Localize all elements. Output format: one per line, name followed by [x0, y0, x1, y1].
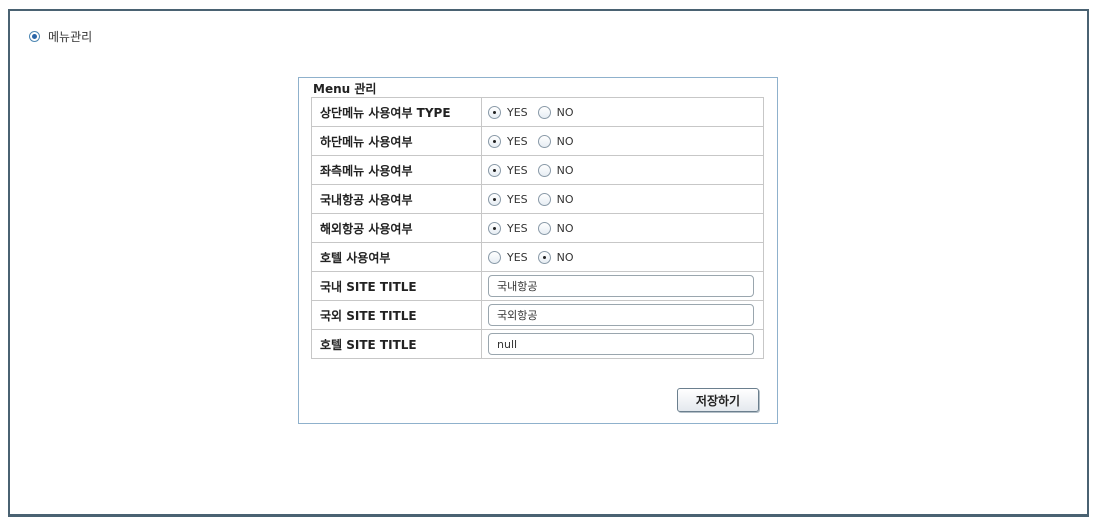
left-menu-yes-radio[interactable]: [488, 163, 501, 177]
domestic-air-radio-group: YES NO: [488, 192, 763, 206]
table-row: 해외항공 사용여부 YES NO: [311, 213, 764, 243]
hotel-site-title-input[interactable]: [488, 333, 754, 356]
overseas-air-no-radio[interactable]: [537, 221, 551, 235]
row-label: 호텔 SITE TITLE: [311, 329, 482, 359]
top-menu-yes-radio[interactable]: [488, 105, 501, 119]
table-row: 호텔 사용여부 YES NO: [311, 242, 764, 272]
no-label: NO: [556, 134, 574, 148]
bullet-icon: [29, 30, 40, 42]
menu-settings-panel: Menu 관리 상단메뉴 사용여부 TYPE YES NO 하단메뉴 사용여부: [298, 77, 778, 424]
row-label: 호텔 사용여부: [311, 242, 482, 272]
row-label: 국내항공 사용여부: [311, 184, 482, 214]
table-row: 좌측메뉴 사용여부 YES NO: [311, 155, 764, 185]
hotel-radio-group: YES NO: [488, 250, 763, 264]
row-label: 해외항공 사용여부: [311, 213, 482, 243]
table-row: 국내항공 사용여부 YES NO: [311, 184, 764, 214]
yes-label: YES: [507, 192, 528, 206]
row-label: 국내 SITE TITLE: [311, 271, 482, 301]
no-label: NO: [556, 105, 574, 119]
hotel-yes-radio[interactable]: [488, 250, 501, 264]
row-label: 좌측메뉴 사용여부: [311, 155, 482, 185]
bottom-menu-no-radio[interactable]: [537, 134, 551, 148]
table-row: 국내 SITE TITLE: [311, 271, 764, 301]
save-button[interactable]: 저장하기: [677, 388, 759, 412]
yes-label: YES: [507, 163, 528, 177]
domestic-air-no-radio[interactable]: [537, 192, 551, 206]
no-label: NO: [556, 192, 574, 206]
overseas-air-yes-radio[interactable]: [488, 221, 501, 235]
table-row: 국외 SITE TITLE: [311, 300, 764, 330]
bottom-menu-yes-radio[interactable]: [488, 134, 501, 148]
table-row: 하단메뉴 사용여부 YES NO: [311, 126, 764, 156]
domestic-site-title-input[interactable]: [488, 275, 754, 297]
page-heading: 메뉴관리: [29, 28, 92, 44]
no-label: NO: [556, 250, 574, 264]
hotel-no-radio[interactable]: [537, 250, 551, 264]
row-label: 국외 SITE TITLE: [311, 300, 482, 330]
row-label: 하단메뉴 사용여부: [311, 126, 482, 156]
settings-table: 상단메뉴 사용여부 TYPE YES NO 하단메뉴 사용여부 YES NO 좌…: [311, 97, 764, 359]
panel-title: Menu 관리: [313, 82, 377, 96]
yes-label: YES: [507, 250, 528, 264]
left-menu-radio-group: YES NO: [488, 163, 763, 177]
top-menu-radio-group: YES NO: [488, 105, 763, 119]
page-title: 메뉴관리: [48, 29, 93, 44]
overseas-site-title-input[interactable]: [488, 304, 754, 326]
row-label: 상단메뉴 사용여부 TYPE: [311, 97, 482, 127]
bottom-menu-radio-group: YES NO: [488, 134, 763, 148]
domestic-air-yes-radio[interactable]: [488, 192, 501, 206]
no-label: NO: [556, 163, 574, 177]
left-menu-no-radio[interactable]: [537, 163, 551, 177]
top-menu-no-radio[interactable]: [537, 105, 551, 119]
no-label: NO: [556, 221, 574, 235]
yes-label: YES: [507, 134, 528, 148]
yes-label: YES: [507, 105, 528, 119]
table-row: 상단메뉴 사용여부 TYPE YES NO: [311, 97, 764, 127]
overseas-air-radio-group: YES NO: [488, 221, 763, 235]
table-row: 호텔 SITE TITLE: [311, 329, 764, 359]
yes-label: YES: [507, 221, 528, 235]
